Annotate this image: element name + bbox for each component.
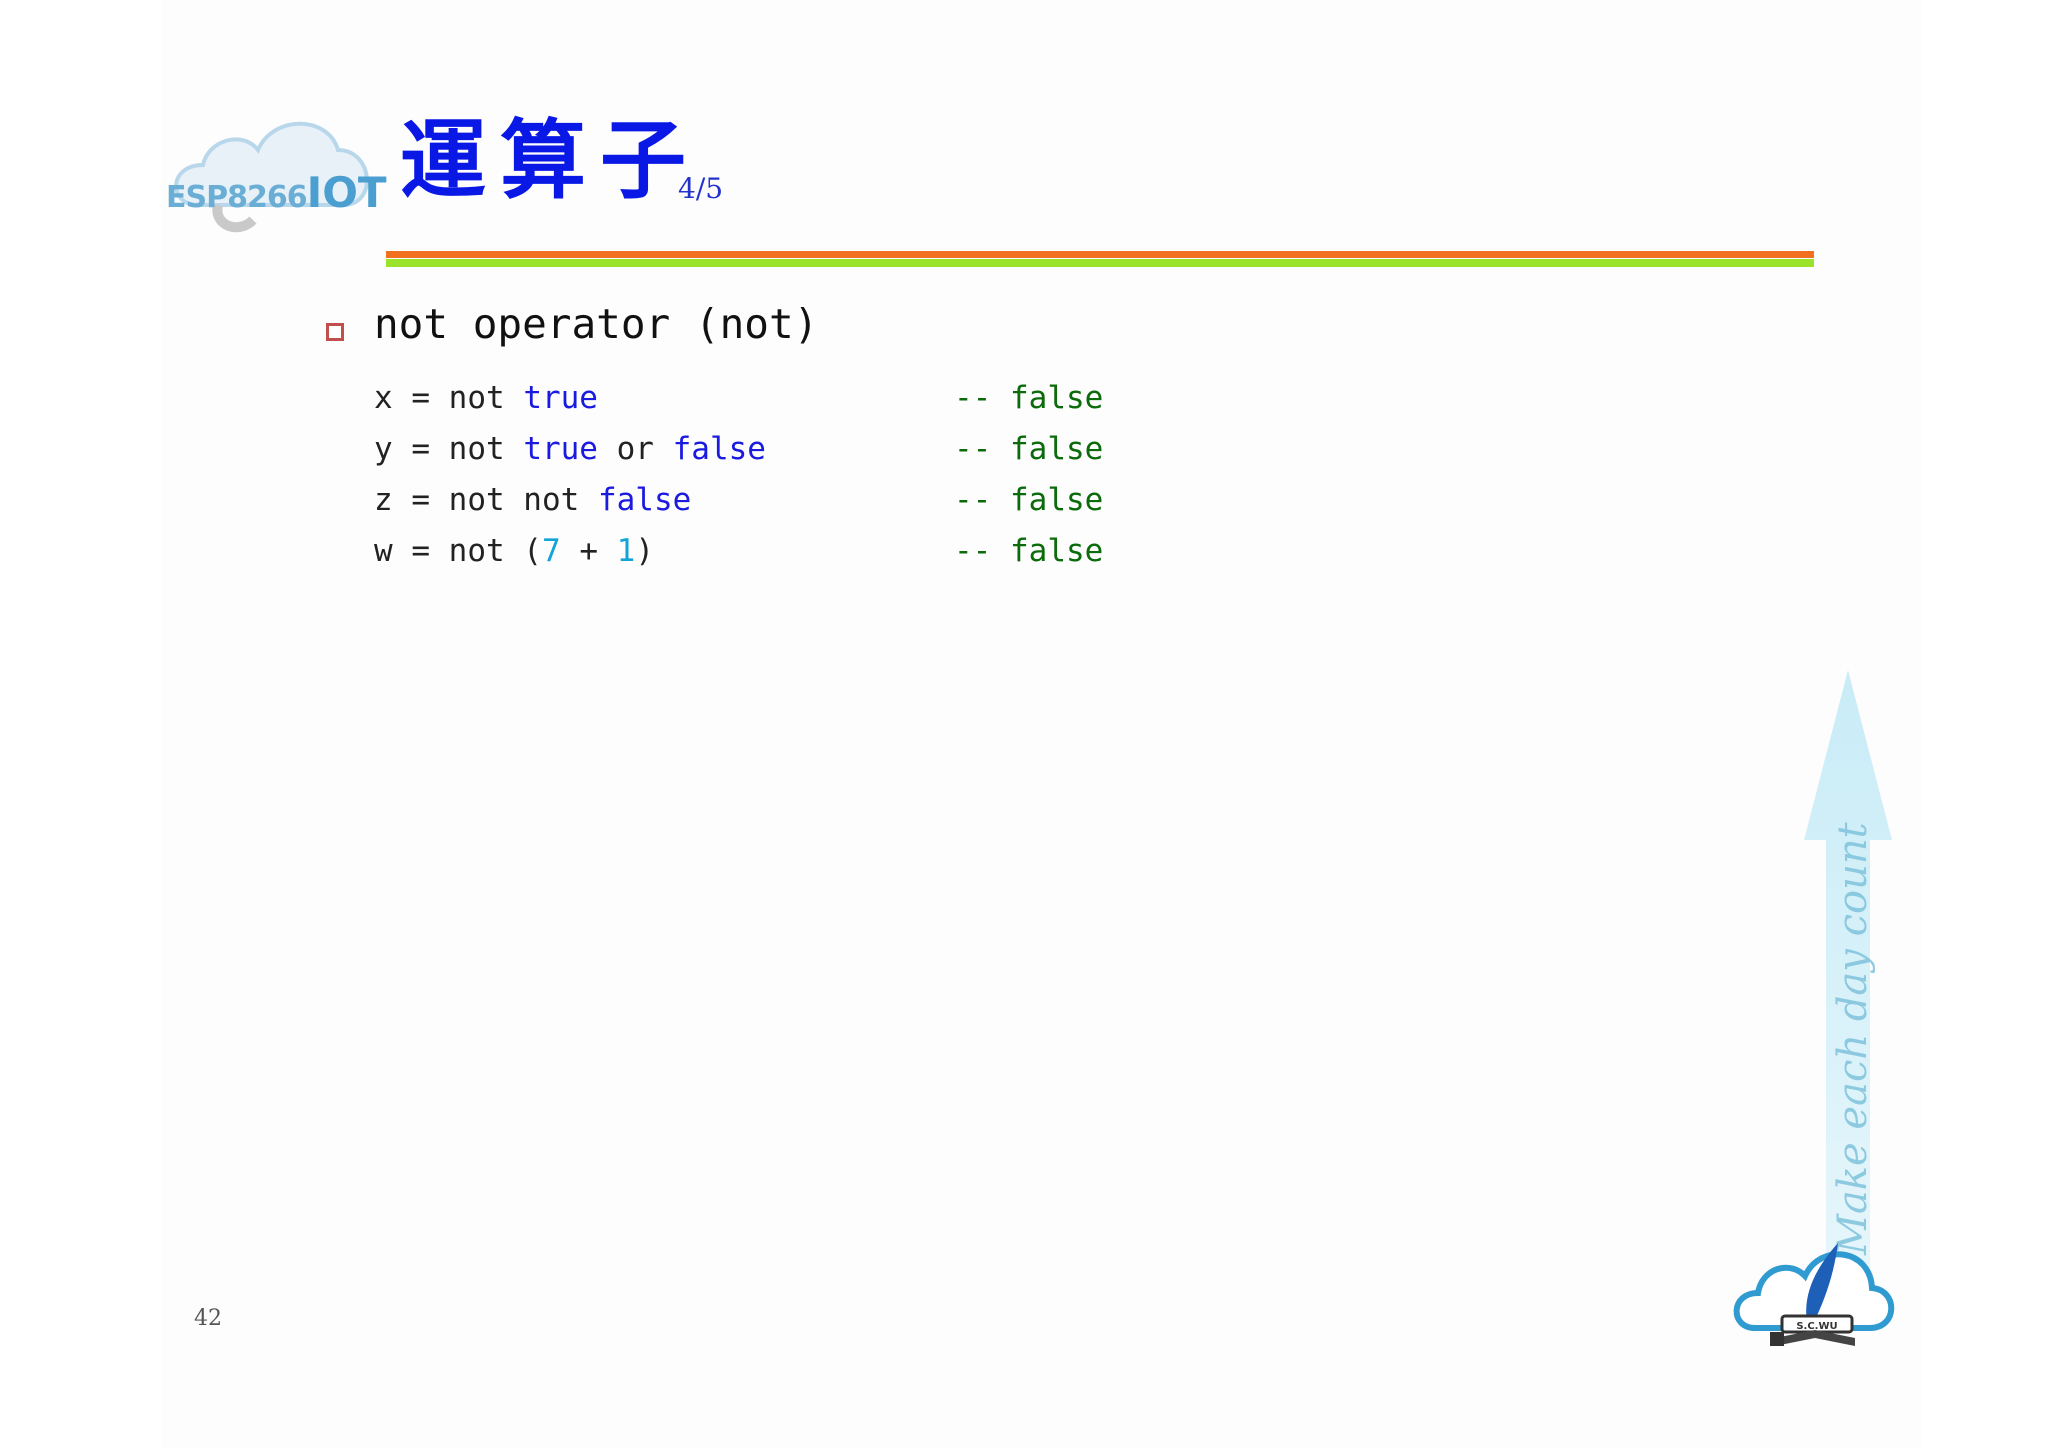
page-title: 運算子 bbox=[400, 110, 700, 211]
code-text: or bbox=[597, 431, 673, 467]
code-comment: -- false bbox=[954, 431, 1104, 467]
slide-background bbox=[162, 0, 1922, 1448]
code-text: ) bbox=[635, 533, 654, 569]
code-number: 1 bbox=[616, 533, 636, 569]
header-rule-orange bbox=[386, 251, 1814, 258]
code-statement: z = not not bbox=[374, 482, 598, 518]
code-line: y = not true or false -- false bbox=[374, 431, 1103, 482]
bullet-heading: not operator (not) bbox=[374, 300, 819, 348]
code-number: 7 bbox=[541, 533, 561, 569]
logo-iot-text: IOT bbox=[306, 168, 387, 217]
code-block: x = not true -- false y = not true or fals… bbox=[374, 380, 1103, 584]
code-line: w = not (7 + 1) -- false bbox=[374, 533, 1103, 584]
bottom-logo-text: S.C.WU bbox=[1796, 1321, 1837, 1332]
logo-esp-text: ESP8266 bbox=[166, 180, 308, 215]
code-keyword: false bbox=[597, 482, 692, 518]
code-line: x = not true -- false bbox=[374, 380, 1103, 431]
code-comment: -- false bbox=[954, 380, 1104, 416]
logo-label: ESP8266IOT bbox=[166, 168, 387, 217]
page-fraction: 4/5 bbox=[678, 172, 724, 205]
motto-text: Make each day count bbox=[1830, 822, 1876, 1255]
code-statement: w = not ( bbox=[374, 533, 542, 569]
code-statement: y = not bbox=[374, 431, 524, 467]
code-comment: -- false bbox=[954, 533, 1104, 569]
header-rule-green bbox=[386, 259, 1814, 267]
code-keyword: true bbox=[523, 380, 598, 416]
bullet-square-icon bbox=[326, 323, 344, 341]
code-keyword: false bbox=[672, 431, 766, 467]
code-statement: x = not bbox=[374, 380, 524, 416]
code-comment: -- false bbox=[954, 482, 1104, 518]
feather-book-cloud-logo: S.C.WU bbox=[1733, 1243, 1895, 1346]
slide-number: 42 bbox=[194, 1306, 222, 1331]
code-line: z = not not false -- false bbox=[374, 482, 1103, 533]
code-keyword: true bbox=[523, 431, 598, 467]
code-text: + bbox=[560, 533, 617, 569]
